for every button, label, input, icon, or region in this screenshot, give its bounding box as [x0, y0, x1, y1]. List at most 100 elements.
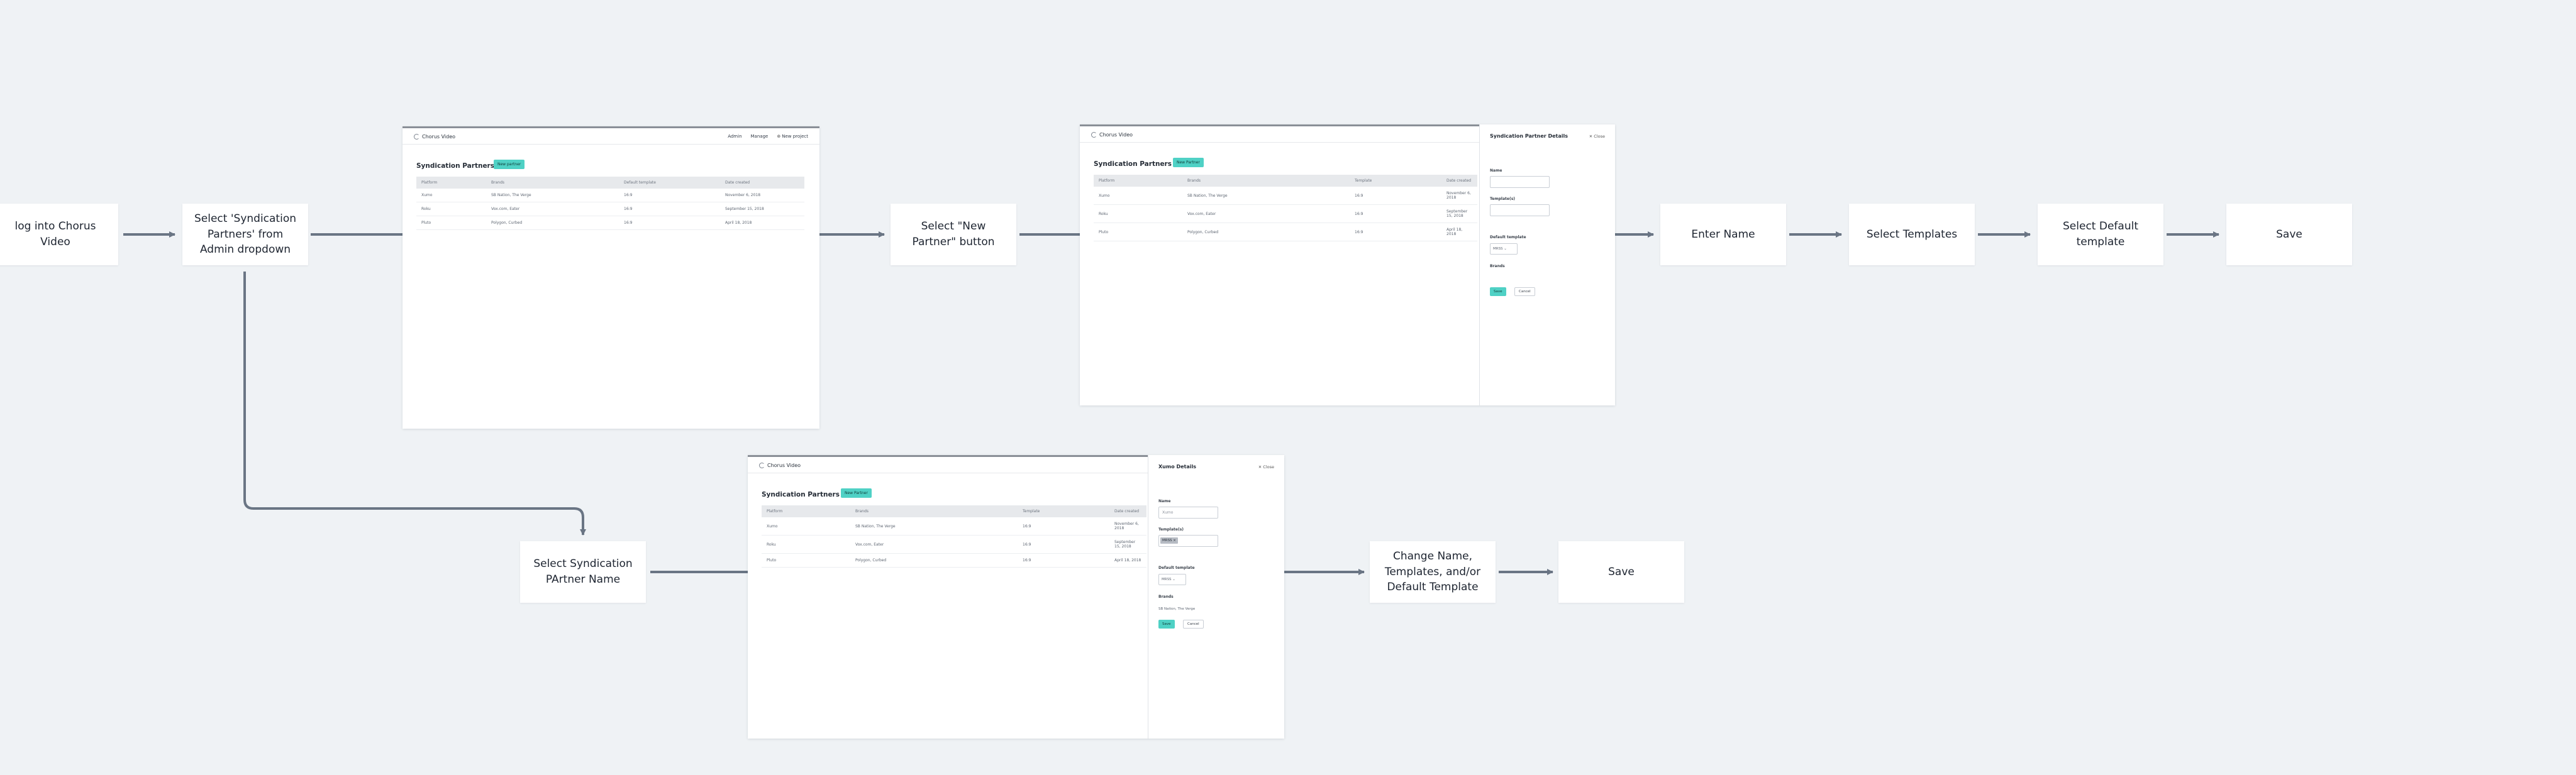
table-header-row: Platform Brands Default template Date cr… [416, 177, 804, 189]
step-save-bottom-label: Save [1608, 565, 1635, 578]
table-row[interactable]: Roku Vox.com, Eater 16:9 September 15, 2018 [762, 535, 1146, 554]
cell-template: 16:9 [1350, 223, 1441, 241]
column-header: Date created [720, 177, 804, 189]
step-select-templates: Select Templates [1849, 204, 1975, 265]
cell-template: 16:9 [1018, 553, 1109, 568]
name-input[interactable]: Xumo [1158, 507, 1218, 519]
save-button[interactable]: Save [1158, 620, 1175, 629]
cancel-button[interactable]: Cancel [1183, 620, 1204, 629]
cell-date: November 6, 2018 [720, 189, 804, 202]
table-row[interactable]: Xumo SB Nation, The Verge 16:9 November 6, … [416, 189, 804, 202]
app-brand: Chorus Video [414, 134, 455, 140]
close-label: Close [1263, 464, 1274, 470]
screenshot-edit-partner-panel: Chorus Video Syndication Partners New Pa… [748, 455, 1284, 739]
templates-label: Template(s) [1490, 197, 1516, 201]
brand-label: Chorus Video [1099, 132, 1133, 138]
step-login-label: log into Chorus Video [14, 220, 96, 248]
default-template-label: Default template [1490, 235, 1526, 239]
page-title: Syndication Partners [762, 491, 840, 498]
chorus-logo-icon [414, 134, 419, 140]
default-template-value: MRSS [1162, 578, 1172, 581]
column-header: Platform [762, 505, 850, 517]
brands-label: Brands [1490, 264, 1505, 268]
new-partner-button[interactable]: New Partner [1173, 158, 1204, 167]
table-row[interactable]: Pluto Polygon, Curbed 16:9 April 18, 2018 [416, 216, 804, 230]
app-brand: Chorus Video [1091, 132, 1133, 138]
default-template-label: Default template [1158, 566, 1195, 570]
close-button[interactable]: ✕ Close [1258, 464, 1274, 470]
cell-brands: Vox.com, Eater [850, 535, 1018, 554]
table-row[interactable]: Roku Vox.com, Eater 16:9 September 15, 2018 [416, 202, 804, 216]
step-select-syndication: Select 'Syndication Partners' from Admin… [182, 204, 308, 265]
save-button[interactable]: Save [1490, 287, 1506, 296]
partner-details-panel: Syndication Partner Details ✕ Close Name… [1479, 124, 1615, 405]
cell-template: 16:9 [1350, 204, 1441, 223]
templates-input[interactable] [1490, 204, 1550, 216]
step-select-partner-name-label: Select Syndication PArtner Name [533, 558, 633, 586]
chorus-logo-icon [1091, 132, 1097, 138]
cell-template: 16:9 [619, 216, 720, 230]
nav-admin[interactable]: Admin [728, 134, 741, 139]
cell-platform: Roku [762, 535, 850, 554]
step-change-fields-label: Change Name, Templates, and/or Default T… [1384, 550, 1481, 594]
step-save-top-label: Save [2276, 228, 2302, 241]
name-label: Name [1158, 499, 1171, 503]
template-chip-label: MRSS [1162, 539, 1172, 542]
brand-label: Chorus Video [767, 463, 801, 468]
new-partner-button[interactable]: New partner [494, 160, 525, 169]
step-change-fields: Change Name, Templates, and/or Default T… [1370, 541, 1496, 603]
step-login: log into Chorus Video [0, 204, 118, 265]
new-project-link[interactable]: ⊕ New project [777, 134, 808, 139]
table-row[interactable]: Roku Vox.com, Eater 16:9 September 15, 2018 [1094, 204, 1477, 223]
table-row[interactable]: Pluto Polygon, Curbed 16:9 April 18, 2018 [1094, 223, 1477, 241]
default-template-select[interactable]: MRSS ⌄ [1158, 574, 1186, 585]
table-row[interactable]: Xumo SB Nation, The Verge 16:9 November 6, … [1094, 187, 1477, 205]
close-button[interactable]: ✕ Close [1589, 134, 1605, 139]
cell-date: April 18, 2018 [1441, 223, 1477, 241]
cancel-button[interactable]: Cancel [1514, 287, 1535, 296]
step-enter-name-label: Enter Name [1691, 228, 1755, 241]
cell-brands: Polygon, Curbed [1182, 223, 1350, 241]
name-label: Name [1490, 168, 1502, 173]
step-select-templates-label: Select Templates [1866, 228, 1958, 241]
app-header: Chorus Video Admin Manage ⊕ New project [402, 126, 819, 145]
partners-table: Platform Brands Template Date created Xu… [762, 505, 1146, 568]
step-select-default-template-label: Select Default template [2063, 220, 2138, 248]
partners-table: Platform Brands Template Date created Xu… [1094, 175, 1477, 241]
name-input[interactable] [1490, 176, 1550, 188]
nav-manage[interactable]: Manage [751, 134, 769, 139]
cell-date: September 15, 2018 [1109, 535, 1146, 554]
page-title: Syndication Partners [416, 162, 494, 170]
cell-brands: Polygon, Curbed [486, 216, 619, 230]
app-header: Chorus Video [1080, 124, 1480, 143]
column-header: Default template [619, 177, 720, 189]
cell-platform: Pluto [416, 216, 486, 230]
panel-title: Xumo Details [1158, 464, 1197, 470]
chevron-down-icon: ⌄ [1171, 578, 1175, 581]
column-header: Brands [486, 177, 619, 189]
column-header: Date created [1441, 175, 1477, 187]
cell-platform: Xumo [416, 189, 486, 202]
table-row[interactable]: Pluto Polygon, Curbed 16:9 April 18, 2018 [762, 553, 1146, 568]
templates-label: Template(s) [1158, 527, 1184, 532]
column-header: Date created [1109, 505, 1146, 517]
cell-platform: Xumo [762, 517, 850, 536]
cell-platform: Roku [416, 202, 486, 216]
panel-title: Syndication Partner Details [1490, 133, 1568, 139]
chevron-down-icon: ⌄ [1502, 247, 1507, 251]
step-select-default-template: Select Default template [2038, 204, 2163, 265]
cell-platform: Pluto [762, 553, 850, 568]
close-icon: × [1172, 539, 1176, 542]
column-header: Platform [416, 177, 486, 189]
step-select-syndication-label: Select 'Syndication Partners' from Admin… [194, 212, 296, 256]
brands-label: Brands [1158, 595, 1174, 599]
default-template-select[interactable]: MRSS ⌄ [1490, 243, 1518, 255]
template-chip[interactable]: MRSS × [1160, 537, 1178, 544]
cell-template: 16:9 [1018, 535, 1109, 554]
table-row[interactable]: Xumo SB Nation, The Verge 16:9 November 6, … [762, 517, 1146, 536]
close-label: Close [1594, 134, 1605, 139]
brands-value: SB Nation, The Verge [1158, 607, 1196, 611]
cell-template: 16:9 [1018, 517, 1109, 536]
cell-platform: Xumo [1094, 187, 1182, 205]
new-partner-button[interactable]: New Partner [841, 488, 872, 498]
